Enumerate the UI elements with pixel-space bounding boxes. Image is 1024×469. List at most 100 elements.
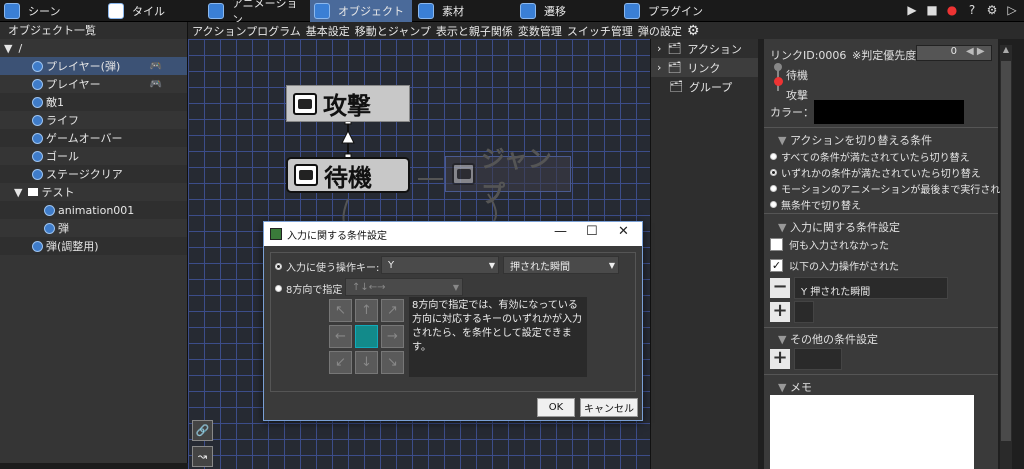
arrow-tool-icon[interactable]: ↝ bbox=[192, 446, 213, 467]
arrow-left-icon[interactable]: ← bbox=[329, 325, 352, 348]
switch-condition-header[interactable]: ▼ アクションを切り替える条件 bbox=[778, 132, 932, 148]
arrow-right-icon[interactable]: → bbox=[381, 325, 404, 348]
radio-any-condition[interactable]: いずれかの条件が満たされていたら切り替え bbox=[770, 165, 981, 180]
action-node-wait[interactable]: 待機 bbox=[286, 157, 410, 193]
tab-move-jump[interactable]: 移動とジャンプ bbox=[355, 23, 431, 39]
arrow-down-icon[interactable]: ↓ bbox=[355, 351, 378, 374]
object-list-title: オブジェクト一覧 bbox=[0, 22, 187, 39]
properties-panel: リンクID:0006 ※判定優先度: 0 ◀ ▶ 待機 攻撃 カラー： ▼ アク… bbox=[764, 39, 1000, 469]
list-item-group[interactable]: 🗂 グループ bbox=[651, 77, 758, 96]
list-item[interactable]: ライフ bbox=[0, 111, 187, 129]
tab-basic-settings[interactable]: 基本設定 bbox=[306, 23, 350, 39]
list-item-action[interactable]: › 🗂 アクション bbox=[651, 39, 758, 58]
radio-dot bbox=[275, 263, 282, 270]
radio-8-direction[interactable]: 8方向で指定 bbox=[275, 281, 342, 296]
list-item[interactable]: ステージクリア bbox=[0, 165, 187, 183]
link-id: リンクID:0006 bbox=[770, 49, 847, 62]
tab-action-program[interactable]: アクションプログラム bbox=[192, 23, 301, 39]
animation-icon bbox=[208, 3, 224, 19]
input-condition-header[interactable]: ▼ 入力に関する条件設定 bbox=[778, 219, 900, 235]
tab-animation[interactable]: アニメーション bbox=[208, 0, 308, 26]
color-swatch[interactable] bbox=[814, 100, 964, 124]
record-icon[interactable]: ● bbox=[944, 2, 960, 18]
other-condition-header[interactable]: ▼ その他の条件設定 bbox=[778, 331, 878, 347]
object-icon bbox=[32, 132, 43, 144]
list-item[interactable]: プレイヤー(弾) 🎮 bbox=[0, 57, 187, 75]
collapse-icon[interactable]: ▼ bbox=[14, 186, 22, 199]
action-node-jump[interactable]: ジャンプ bbox=[445, 145, 571, 208]
radio-unconditional[interactable]: 無条件で切り替え bbox=[770, 197, 861, 212]
add-condition-button[interactable]: + bbox=[770, 349, 790, 369]
tab-bullet-settings[interactable]: 弾の設定 bbox=[638, 23, 682, 39]
triangle-down-icon: ▼ bbox=[778, 134, 790, 147]
checkbox-input-done[interactable]: ✓ 以下の入力操作がされた bbox=[770, 258, 899, 273]
radio-animation-end[interactable]: モーションのアニメーションが最後まで実行され bbox=[770, 181, 1000, 196]
tree-root[interactable]: ▼ / bbox=[0, 39, 187, 57]
vertical-scrollbar[interactable]: ▲ bbox=[1000, 45, 1012, 469]
dialog-body: 入力に使う操作キー: Y ▼ 押された瞬間 ▼ 8方向で指定 ↑↓←→ ▼ ↖ ↑ ↗… bbox=[270, 252, 636, 392]
tab-tile[interactable]: タイル bbox=[104, 0, 204, 22]
arrow-down-left-icon[interactable]: ↙ bbox=[329, 351, 352, 374]
add-input-button[interactable]: + bbox=[770, 302, 790, 322]
arrow-down-right-icon[interactable]: ↘ bbox=[381, 351, 404, 374]
radio-key-input[interactable]: 入力に使う操作キー: bbox=[275, 259, 379, 274]
divider bbox=[764, 327, 998, 328]
input-entry[interactable]: Y 押された瞬間 bbox=[794, 277, 948, 299]
close-icon[interactable]: ✕ bbox=[618, 224, 629, 239]
scroll-thumb[interactable] bbox=[1001, 61, 1011, 441]
radio-dot bbox=[770, 153, 777, 160]
tab-scene[interactable]: シーン bbox=[4, 0, 104, 22]
direction-select[interactable]: ↑↓←→ ▼ bbox=[345, 278, 463, 296]
stepper-arrows[interactable]: ◀ ▶ bbox=[966, 46, 985, 57]
direction-grid: ↖ ↑ ↗ ← → ↙ ↓ ↘ bbox=[329, 299, 404, 374]
action-icon bbox=[452, 163, 475, 185]
arrow-up-right-icon[interactable]: ↗ bbox=[381, 299, 404, 322]
arrow-up-left-icon[interactable]: ↖ bbox=[329, 299, 352, 322]
tab-variables[interactable]: 変数管理 bbox=[518, 23, 562, 39]
cancel-button[interactable]: キャンセル bbox=[580, 398, 638, 417]
tab-object[interactable]: オブジェクト bbox=[310, 0, 412, 22]
arrow-up-icon[interactable]: ↑ bbox=[355, 299, 378, 322]
gear-icon[interactable]: ⚙ bbox=[984, 2, 1000, 18]
action-node-attack[interactable]: 攻撃 bbox=[286, 85, 410, 122]
gear-icon[interactable]: ⚙ bbox=[687, 23, 700, 39]
link-tool-icon[interactable]: 🔗 bbox=[192, 420, 213, 441]
ok-button[interactable]: OK bbox=[537, 398, 575, 417]
tab-display-parent[interactable]: 表示と親子関係 bbox=[436, 23, 513, 39]
maximize-icon[interactable]: ☐ bbox=[586, 224, 598, 239]
action-icon: 🗂 bbox=[667, 42, 682, 55]
list-item[interactable]: ゴール bbox=[0, 147, 187, 165]
stop-icon[interactable]: ■ bbox=[924, 2, 940, 18]
list-item[interactable]: ゲームオーバー bbox=[0, 129, 187, 147]
radio-all-conditions[interactable]: すべての条件が満たされていたら切り替え bbox=[770, 149, 970, 164]
memo-textarea[interactable] bbox=[770, 395, 974, 469]
horizontal-scrollbar[interactable] bbox=[0, 463, 188, 469]
collapse-icon[interactable]: ▼ bbox=[4, 42, 12, 55]
list-item[interactable]: プレイヤー 🎮 bbox=[0, 75, 187, 93]
key-select[interactable]: Y ▼ bbox=[381, 256, 499, 274]
help-icon[interactable]: ? bbox=[964, 2, 980, 18]
object-subtabs: アクションプログラム 基本設定 移動とジャンプ 表示と親子関係 変数管理 スイッ… bbox=[188, 22, 699, 39]
tab-switches[interactable]: スイッチ管理 bbox=[567, 23, 633, 39]
tab-plugin[interactable]: プラグイン bbox=[620, 0, 720, 22]
folder-item[interactable]: ▼ テスト bbox=[0, 183, 187, 201]
play-icon[interactable]: ▶ bbox=[904, 2, 920, 18]
tab-material[interactable]: 素材 bbox=[414, 0, 514, 22]
memo-header[interactable]: ▼ メモ bbox=[778, 379, 812, 395]
dialog-titlebar: 入力に関する条件設定 — ☐ ✕ bbox=[264, 222, 642, 246]
checkbox-no-input[interactable]: 何も入力されなかった bbox=[770, 237, 889, 252]
list-item[interactable]: 弾(調整用) bbox=[0, 237, 187, 255]
list-item-link[interactable]: › 🗂 リンク bbox=[651, 58, 758, 77]
list-item[interactable]: 敵1 bbox=[0, 93, 187, 111]
list-item[interactable]: animation001 bbox=[0, 201, 187, 219]
key-state-select[interactable]: 押された瞬間 ▼ bbox=[503, 256, 619, 274]
minimize-icon[interactable]: — bbox=[554, 224, 567, 239]
tab-transition[interactable]: 遷移 bbox=[516, 0, 616, 22]
expand-icon[interactable]: ▷ bbox=[1004, 2, 1020, 18]
scroll-up-icon[interactable]: ▲ bbox=[1000, 45, 1012, 59]
folder-icon bbox=[28, 188, 39, 196]
direction-description: 8方向で指定では、有効になっている方向に対応するキーのいずれかが入力されたら、を… bbox=[409, 297, 587, 377]
list-item[interactable]: 弾 bbox=[0, 219, 187, 237]
checkbox-box bbox=[770, 238, 783, 251]
remove-input-button[interactable]: − bbox=[770, 278, 790, 298]
